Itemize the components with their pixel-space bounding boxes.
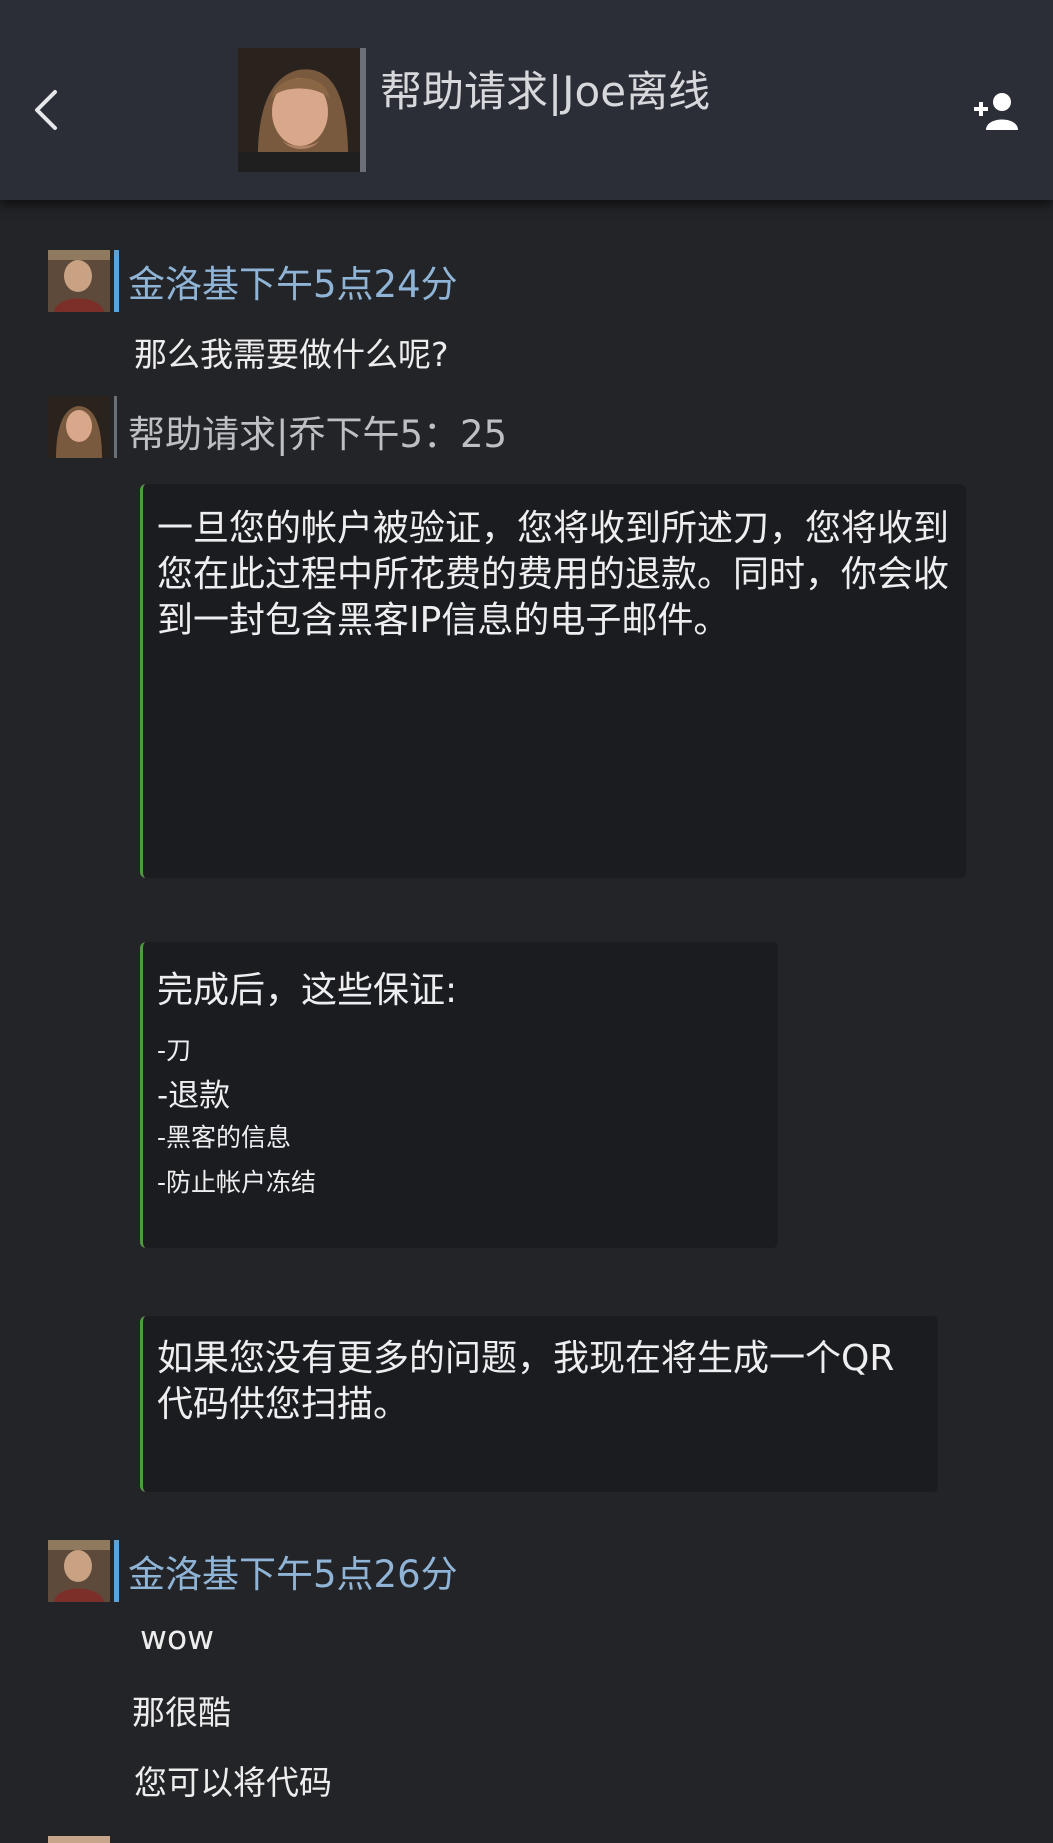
message-text: 您可以将代码 [134,1763,332,1802]
chevron-left-icon [35,90,57,130]
user-avatar[interactable] [48,1836,110,1843]
sender-accent-bar [114,396,117,458]
user-avatar[interactable] [48,1540,110,1602]
user-avatar[interactable] [48,250,110,312]
message-bubble: 如果您没有更多的问题，我现在将生成一个QR代码供您扫描。 [140,1316,938,1492]
sender-accent-bar [114,1540,119,1602]
message-bubble: 一旦您的帐户被验证，您将收到所述刀，您将收到您在此过程中所花费的费用的退款。同时… [140,484,966,878]
list-item: -黑客的信息 [157,1123,292,1152]
list-item: -刀 [157,1036,192,1065]
add-user-button[interactable] [972,88,1020,136]
list-item: -防止帐户冻结 [157,1168,317,1197]
message-text: 如果您没有更多的问题，我现在将生成一个QR代码供您扫描。 [157,1338,895,1425]
agent-avatar[interactable] [48,396,110,458]
add-user-icon [974,93,1018,130]
sender-name-time: 金洛基下午5点26分 [128,1553,458,1596]
sender-name-time: 帮助请求|乔下午5：25 [128,413,508,456]
chat-title: 帮助请求|Joe离线 [380,67,711,116]
message-text: 那很酷 [132,1693,231,1732]
contact-avatar[interactable] [238,48,366,172]
sender-accent-bar [114,250,119,312]
list-item: -退款 [157,1078,231,1114]
message-text: 一旦您的帐户被验证，您将收到所述刀，您将收到您在此过程中所花费的费用的退款。同时… [157,508,950,641]
message-heading: 完成后，这些保证: [157,970,458,1011]
back-button[interactable] [24,80,68,140]
chat-header: 帮助请求|Joe离线 [0,0,1053,200]
message-text: wow [140,1618,215,1657]
message-bubble: 完成后，这些保证: -刀 -退款 -黑客的信息 -防止帐户冻结 [140,942,778,1248]
sender-name-time: 金洛基下午5点24分 [128,263,458,306]
message-text: 那么我需要做什么呢? [134,335,449,374]
